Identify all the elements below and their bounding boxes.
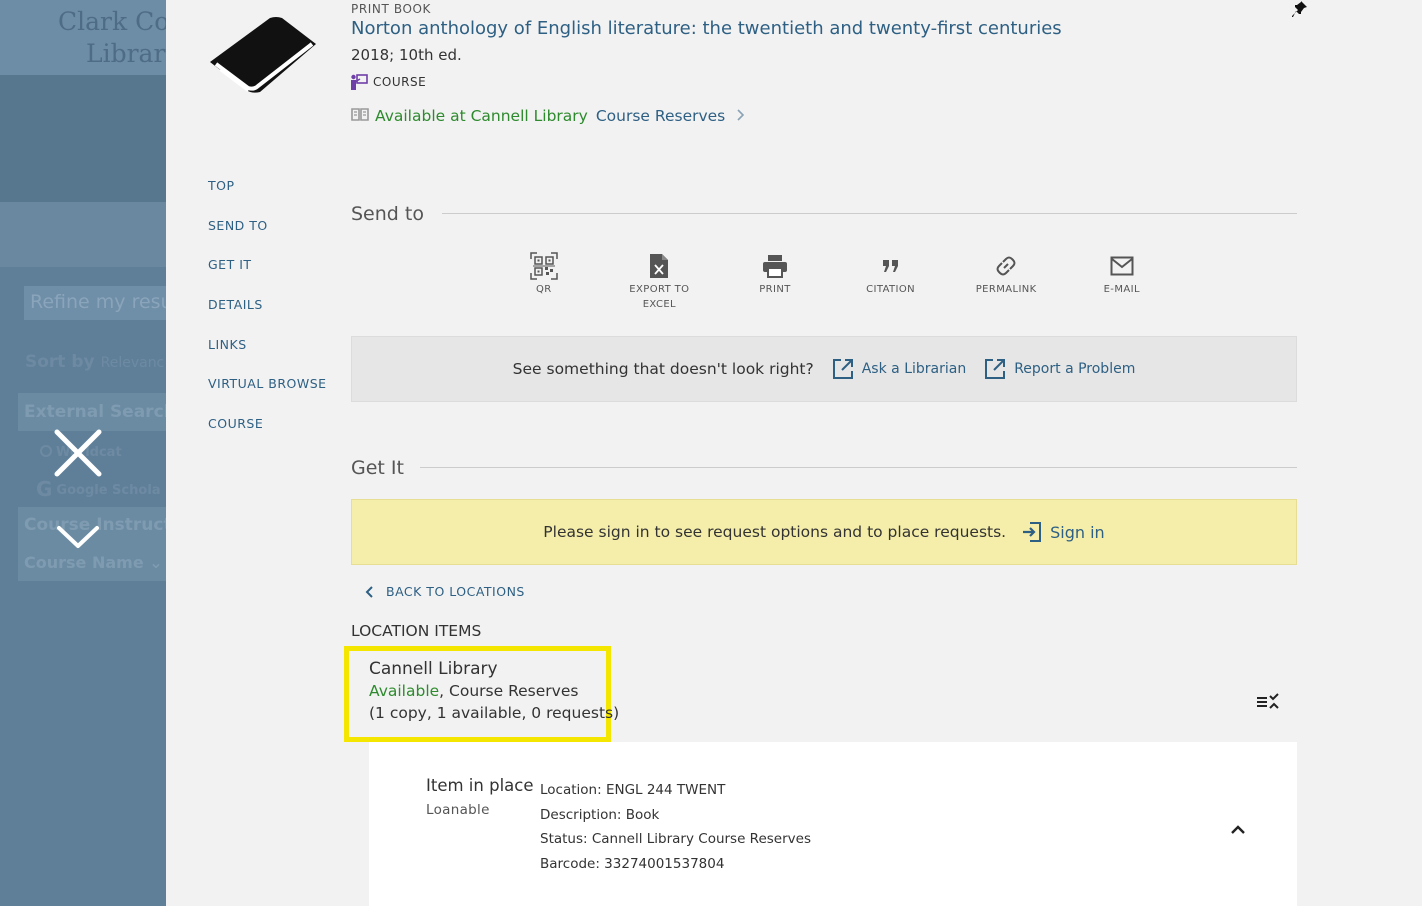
feedback-box: See something that doesn't look right? A… bbox=[351, 336, 1297, 402]
envelope-icon bbox=[1108, 252, 1136, 280]
printer-icon bbox=[761, 252, 789, 280]
chevron-right-icon bbox=[737, 107, 745, 125]
qr-code-icon bbox=[530, 252, 558, 280]
signin-label: Sign in bbox=[1050, 522, 1105, 542]
nav-get-it[interactable]: GET IT bbox=[208, 255, 327, 295]
back-to-locations-label: BACK TO LOCATIONS bbox=[386, 584, 525, 599]
report-problem-label: Report a Problem bbox=[1014, 361, 1136, 377]
background-band-2 bbox=[0, 202, 166, 267]
item-card: Item in place Loanable Location: ENGL 24… bbox=[369, 742, 1297, 906]
background-band bbox=[0, 75, 166, 202]
print-label: PRINT bbox=[759, 284, 791, 295]
location-availability: Available bbox=[369, 682, 440, 700]
permalink-button[interactable]: PERMALINK bbox=[948, 252, 1064, 312]
email-button[interactable]: E-MAIL bbox=[1064, 252, 1180, 312]
nav-details[interactable]: DETAILS bbox=[208, 295, 327, 335]
send-to-actions: QR EXPORT TO EXCEL PRINT CITATION PERMAL… bbox=[486, 252, 1186, 312]
print-button[interactable]: PRINT bbox=[717, 252, 833, 312]
course-name-label: Course Name ⌄ bbox=[24, 553, 163, 572]
course-tag-label: COURSE bbox=[373, 75, 427, 89]
location-copies: (1 copy, 1 available, 0 requests) bbox=[369, 704, 620, 722]
export-excel-button[interactable]: EXPORT TO EXCEL bbox=[602, 252, 718, 312]
record-edition: 2018; 10th ed. bbox=[351, 46, 462, 64]
get-it-title: Get It bbox=[351, 457, 404, 479]
excel-icon bbox=[645, 252, 673, 280]
course-instructor-icon bbox=[350, 74, 368, 90]
export-excel-label: EXPORT TO EXCEL bbox=[629, 284, 690, 310]
chevron-down-icon: ⌄ bbox=[149, 553, 163, 572]
sort-by-value: Relevanc bbox=[100, 355, 165, 371]
sign-in-icon bbox=[1022, 521, 1042, 543]
signin-notice: Please sign in to see request options an… bbox=[351, 499, 1297, 565]
email-label: E-MAIL bbox=[1103, 284, 1140, 295]
book-icon bbox=[208, 14, 318, 96]
link-icon bbox=[992, 252, 1020, 280]
nav-top[interactable]: TOP bbox=[208, 176, 327, 216]
external-search-header: External Search bbox=[18, 393, 166, 431]
google-scholar-label: Google Schola bbox=[56, 483, 161, 498]
availability-location: Course Reserves bbox=[595, 107, 726, 125]
location-name: Cannell Library bbox=[369, 659, 498, 679]
record-title[interactable]: Norton anthology of English literature: … bbox=[351, 18, 1062, 39]
ask-librarian-link[interactable]: Ask a Librarian bbox=[832, 358, 966, 380]
nav-send-to[interactable]: SEND TO bbox=[208, 216, 327, 256]
google-scholar-link: G Google Schola bbox=[36, 477, 161, 501]
nav-links[interactable]: LINKS bbox=[208, 335, 327, 375]
item-policy: Loanable bbox=[426, 802, 490, 818]
ask-librarian-label: Ask a Librarian bbox=[861, 361, 967, 377]
send-to-divider bbox=[442, 213, 1297, 214]
report-problem-link[interactable]: Report a Problem bbox=[984, 358, 1135, 380]
record-type-label: PRINT BOOK bbox=[351, 2, 432, 16]
course-tag: COURSE bbox=[350, 74, 426, 90]
google-icon: G bbox=[36, 477, 53, 501]
nav-virtual-browse[interactable]: VIRTUAL BROWSE bbox=[208, 374, 327, 414]
citation-button[interactable]: CITATION bbox=[833, 252, 949, 312]
chevron-up-icon[interactable] bbox=[1229, 822, 1247, 836]
quote-icon bbox=[877, 252, 905, 280]
item-barcode: Barcode: 33274001537804 bbox=[540, 855, 725, 872]
sort-by-label: Sort by Relevanc bbox=[25, 352, 164, 372]
close-icon[interactable] bbox=[53, 428, 103, 478]
signin-text: Please sign in to see request options an… bbox=[543, 523, 1007, 541]
availability-link[interactable]: Available at Cannell Library Course Rese… bbox=[351, 107, 745, 125]
sort-by-text: Sort by bbox=[25, 352, 95, 372]
nav-course[interactable]: COURSE bbox=[208, 414, 327, 454]
permalink-label: PERMALINK bbox=[975, 284, 1037, 295]
chevron-left-icon bbox=[364, 585, 376, 599]
item-status: Status: Cannell Library Course Reserves bbox=[540, 831, 811, 848]
location-items-title: LOCATION ITEMS bbox=[351, 622, 482, 640]
library-logo-text: Clark Co Librari bbox=[58, 6, 166, 70]
location-sublocation: , Course Reserves bbox=[439, 682, 579, 700]
item-status-title: Item in place bbox=[426, 776, 534, 795]
item-details: Location: ENGL 244 TWENT Description: Bo… bbox=[540, 778, 811, 876]
location-status: Available, Course Reserves bbox=[369, 682, 578, 700]
next-record-chevron-down-icon[interactable] bbox=[53, 522, 103, 552]
item-description: Description: Book bbox=[540, 806, 660, 823]
refine-results-input: Refine my resu bbox=[24, 286, 166, 320]
logo-line-1: Clark Co bbox=[58, 7, 166, 36]
item-location: Location: ENGL 244 TWENT bbox=[540, 782, 726, 798]
logo-line-2: Librari bbox=[86, 39, 166, 68]
signin-link[interactable]: Sign in bbox=[1022, 521, 1105, 543]
section-nav: TOP SEND TO GET IT DETAILS LINKS VIRTUAL… bbox=[208, 176, 327, 454]
external-link-icon bbox=[832, 358, 854, 380]
course-name-text: Course Name bbox=[24, 553, 144, 572]
worldcat-icon bbox=[40, 445, 52, 457]
citation-label: CITATION bbox=[866, 284, 916, 295]
full-record-panel: PRINT BOOK Norton anthology of English l… bbox=[166, 0, 1422, 906]
open-book-icon bbox=[351, 107, 369, 125]
external-link-icon bbox=[984, 358, 1006, 380]
get-it-divider bbox=[420, 467, 1297, 468]
qr-button[interactable]: QR bbox=[486, 252, 602, 312]
send-to-title: Send to bbox=[351, 203, 424, 225]
qr-label: QR bbox=[535, 284, 552, 295]
feedback-text: See something that doesn't look right? bbox=[512, 360, 814, 378]
back-to-locations-link[interactable]: BACK TO LOCATIONS bbox=[364, 584, 525, 599]
pin-icon[interactable] bbox=[1292, 0, 1310, 18]
availability-status: Available at Cannell Library bbox=[375, 107, 588, 125]
filter-items-icon[interactable] bbox=[1256, 692, 1280, 712]
